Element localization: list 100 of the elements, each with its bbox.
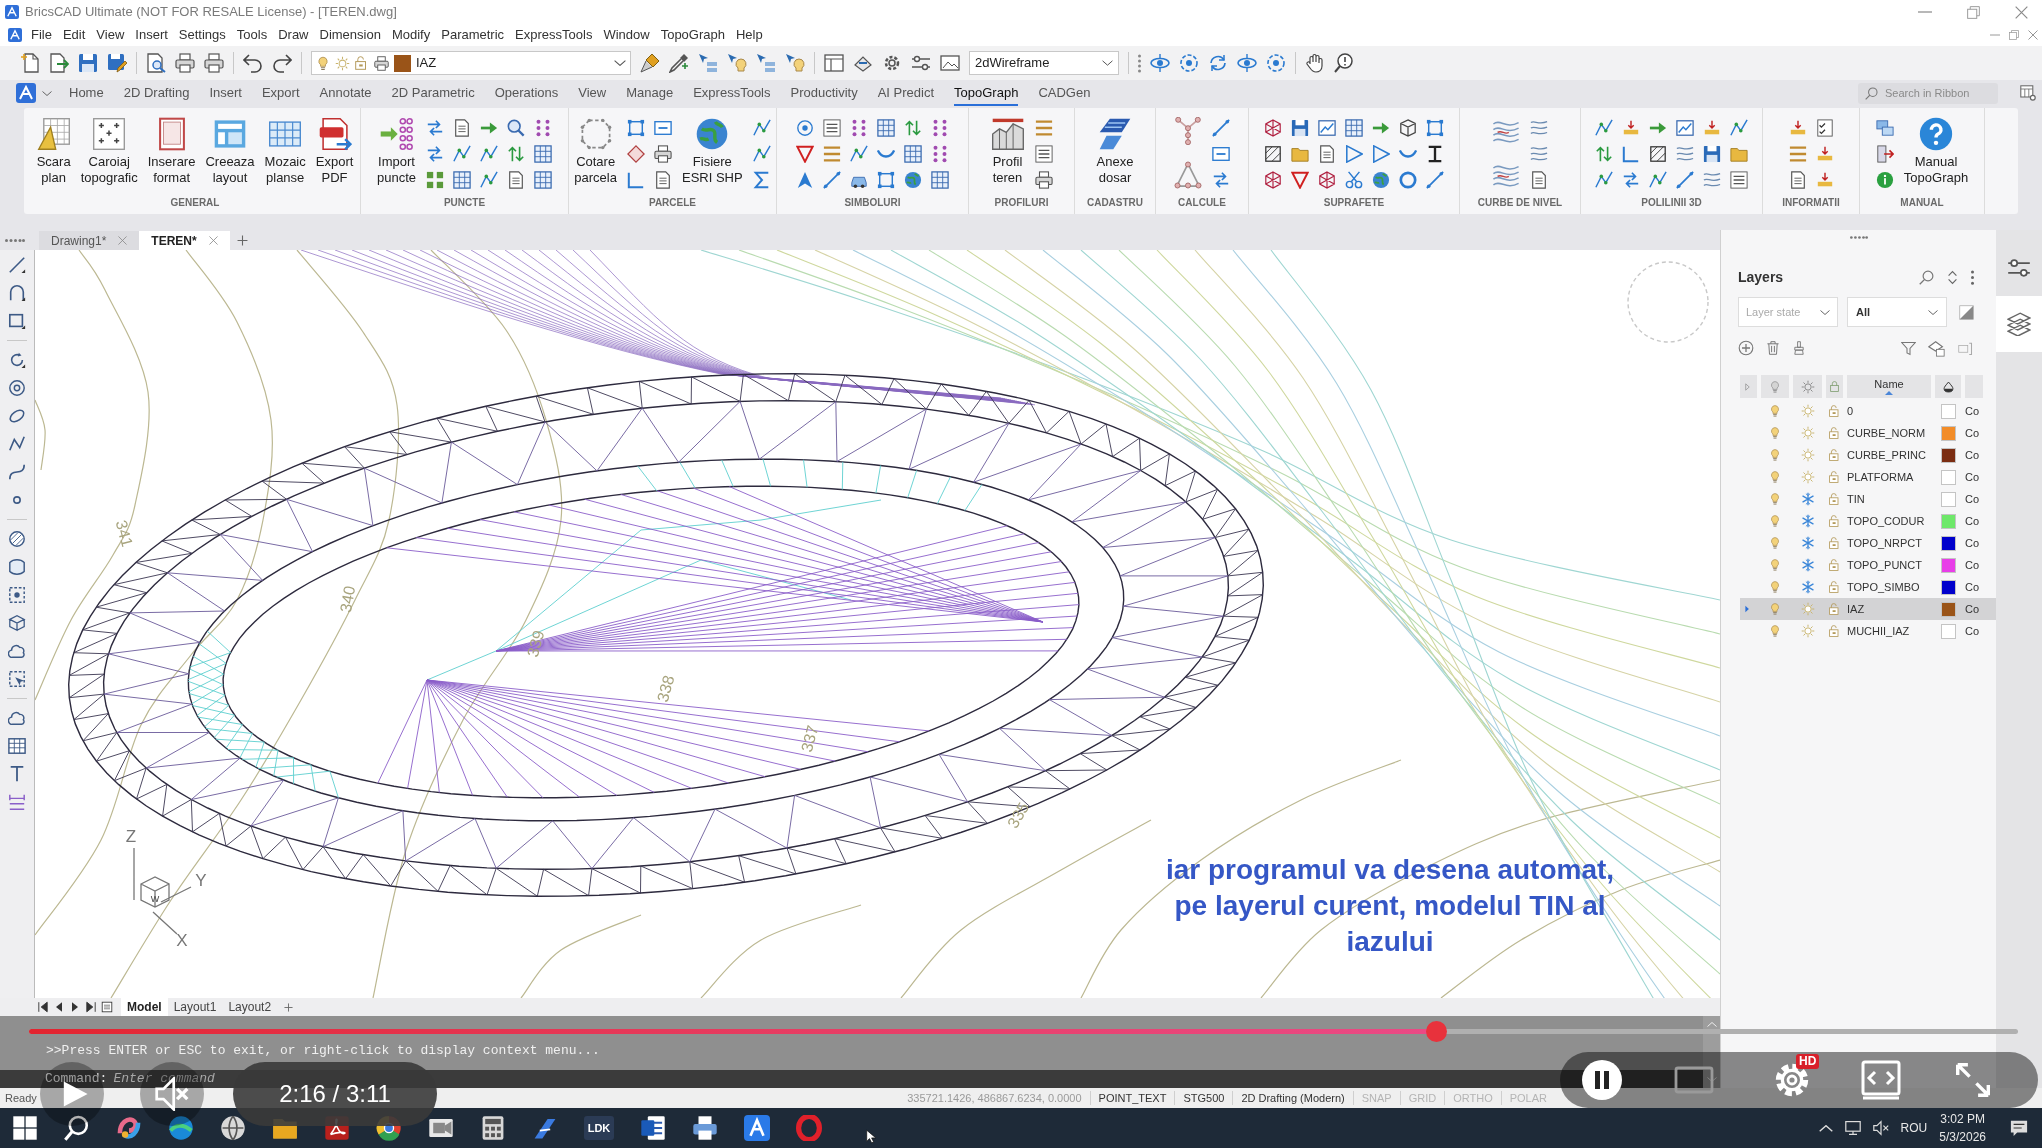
menu-item[interactable]: Dimension — [319, 25, 381, 45]
sliders-icon[interactable] — [911, 53, 931, 73]
sun-icon[interactable] — [1800, 379, 1815, 394]
ribbon-tab[interactable]: AI Predict — [877, 80, 935, 106]
dimension-icon[interactable] — [8, 793, 26, 811]
north-arrow-icon[interactable] — [796, 171, 814, 189]
polyline-icon[interactable] — [480, 171, 498, 189]
unlocked-icon[interactable] — [1828, 427, 1841, 439]
wave-circle-icon[interactable] — [168, 1115, 194, 1141]
ribbon-button[interactable]: Cotare parcela — [574, 114, 617, 186]
trash-icon[interactable] — [1766, 340, 1780, 356]
snowflake-icon[interactable] — [1800, 580, 1815, 594]
ribbon-button[interactable]: Inserare format — [147, 114, 196, 186]
menu-item[interactable]: TopoGraph — [660, 25, 725, 45]
app-logo-icon[interactable] — [8, 28, 22, 42]
ellipse-icon[interactable] — [8, 407, 26, 425]
table-icon[interactable] — [904, 145, 922, 163]
layer-row[interactable]: MUCHII_IAZ Co — [1740, 620, 1996, 642]
color-swatch-icon[interactable] — [1940, 557, 1956, 573]
polyline-icon[interactable] — [752, 145, 771, 163]
list-icon[interactable] — [1730, 171, 1748, 189]
ribbon-button[interactable]: Anexe dosar — [1096, 114, 1134, 186]
unlocked-icon[interactable] — [1828, 537, 1841, 549]
app-logo-icon[interactable] — [744, 1115, 770, 1141]
ribbon-button[interactable]: Scara plan — [36, 114, 71, 186]
dots-icon[interactable] — [931, 145, 949, 163]
menu-item[interactable]: Settings — [178, 25, 226, 45]
taskbar-app-button[interactable]: LDK — [584, 1116, 614, 1140]
calculator-icon[interactable] — [480, 1115, 506, 1141]
dashed-square-icon[interactable] — [8, 586, 26, 604]
layer-row[interactable]: TOPO_CODUR Co — [1740, 510, 1996, 532]
ribbon-button[interactable]: Export PDF — [315, 114, 354, 186]
snowflake-icon[interactable] — [1800, 492, 1815, 506]
ring-app-icon[interactable] — [796, 1115, 822, 1141]
eye-icon[interactable] — [1237, 53, 1257, 73]
unlocked-icon[interactable] — [1828, 405, 1841, 417]
globe-icon[interactable] — [1372, 171, 1390, 189]
target-icon[interactable] — [796, 119, 814, 137]
cube-outline-icon[interactable] — [8, 614, 26, 632]
layer-row[interactable]: IAZ Co — [1740, 598, 1996, 620]
table-icon[interactable] — [877, 119, 895, 137]
unlocked-icon[interactable] — [1828, 559, 1841, 571]
triangle-play-icon[interactable] — [1345, 145, 1363, 163]
document-lines-icon[interactable] — [640, 1115, 666, 1141]
arrow-down-bar-icon[interactable] — [1622, 119, 1640, 137]
language-indicator[interactable]: ROU — [1900, 1119, 1928, 1137]
arrows-icon[interactable] — [1622, 171, 1640, 189]
lightbulb-icon[interactable] — [1769, 536, 1781, 550]
menu-item[interactable]: Modify — [391, 25, 431, 45]
ribbon-search-field[interactable]: Search in Ribbon — [1858, 82, 1998, 104]
rounded-shape-icon[interactable] — [8, 558, 26, 576]
checklist-icon[interactable] — [1815, 119, 1834, 137]
line-icon[interactable] — [1676, 171, 1694, 189]
layer-row[interactable]: 0 Co — [1740, 400, 1996, 422]
document-icon[interactable] — [507, 171, 525, 189]
ribbon-tab[interactable]: Home — [69, 80, 104, 106]
menu-item[interactable]: Insert — [135, 25, 168, 45]
color-swatch-icon[interactable] — [1940, 469, 1956, 485]
ink-drop-icon[interactable] — [1942, 380, 1954, 393]
caret-icon[interactable] — [42, 90, 52, 96]
menu-item[interactable]: Window — [603, 25, 650, 45]
layer-row[interactable]: TOPO_SIMBO Co — [1740, 576, 1996, 598]
polyline-icon[interactable] — [453, 145, 471, 163]
code-brackets-icon[interactable] — [1860, 1060, 1902, 1100]
text-tool-icon[interactable] — [8, 765, 26, 783]
document-icon[interactable] — [1318, 145, 1336, 163]
scroll-down-icon[interactable] — [1706, 1077, 1717, 1082]
image-icon[interactable] — [940, 53, 960, 73]
info-icon[interactable] — [1875, 171, 1894, 189]
zoom-icon[interactable] — [1334, 53, 1354, 73]
scissors-icon[interactable] — [1345, 171, 1363, 189]
cursor-lightbulb-icon[interactable] — [727, 53, 747, 73]
line-chart-icon[interactable] — [1676, 119, 1694, 137]
square-nodes-icon[interactable] — [626, 119, 645, 137]
arrows-icon[interactable] — [426, 145, 444, 163]
menu-item[interactable]: File — [31, 25, 52, 45]
arrows-icon[interactable] — [426, 119, 444, 137]
hatch-icon[interactable] — [1264, 145, 1282, 163]
bracket-box-icon[interactable] — [1957, 340, 1974, 356]
dashed-circle-icon[interactable] — [1179, 53, 1199, 73]
paintbrush-icon[interactable] — [640, 53, 660, 73]
expand-collapse-icon[interactable] — [1946, 269, 1959, 285]
grip-icon[interactable] — [1849, 235, 1868, 239]
lightbulb-icon[interactable] — [1769, 470, 1781, 484]
rectangle-icon[interactable] — [8, 312, 26, 330]
corner-icon[interactable] — [626, 171, 645, 189]
polyline-icon[interactable] — [8, 435, 26, 453]
line-icon[interactable] — [823, 171, 841, 189]
menu-item[interactable]: Draw — [278, 25, 309, 45]
contour-lines-icon[interactable] — [1530, 145, 1548, 163]
contour-lines-icon[interactable] — [1703, 171, 1721, 189]
lightbulb-icon[interactable] — [1769, 558, 1781, 572]
restore-icon[interactable] — [1967, 5, 1980, 19]
ribbon-tab[interactable]: Manage — [626, 80, 674, 106]
layer-row[interactable]: TOPO_NRPCT Co — [1740, 532, 1996, 554]
close-icon[interactable] — [208, 236, 218, 245]
notification-icon[interactable] — [2010, 1119, 2028, 1137]
status-field[interactable]: 2D Drafting (Modern) — [1241, 1089, 1345, 1107]
visual-style-dropdown[interactable]: 2dWireframe — [969, 51, 1119, 75]
up-down-arrows-icon[interactable] — [904, 119, 922, 137]
